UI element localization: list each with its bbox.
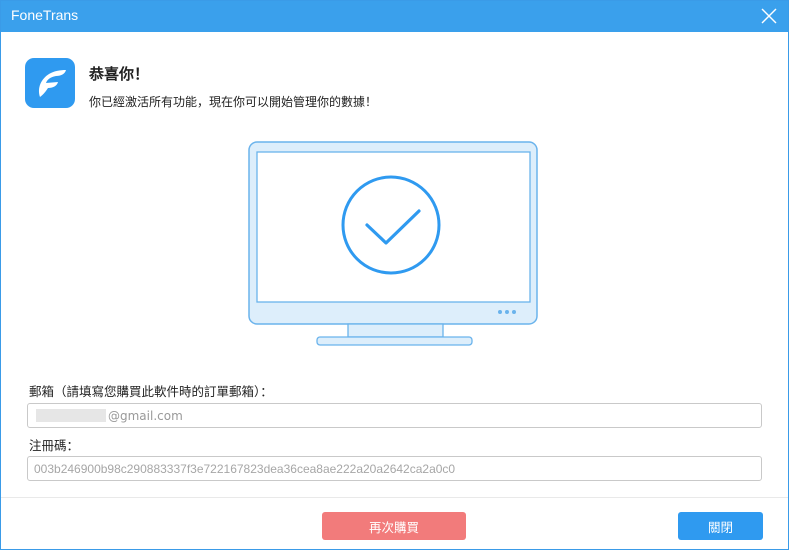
buy-again-button[interactable]: 再次購買	[322, 512, 466, 540]
footer-divider	[1, 497, 788, 498]
email-value: @gmail.com	[108, 409, 183, 423]
close-button[interactable]: 關閉	[678, 512, 763, 540]
window-title: FoneTrans	[11, 7, 79, 23]
email-field[interactable]: @gmail.com	[27, 403, 762, 428]
email-label: 郵箱（請填寫您購買此軟件時的訂單郵箱）：	[29, 384, 273, 399]
congrats-heading: 恭喜你！	[89, 65, 150, 83]
title-bar: FoneTrans	[1, 1, 788, 32]
close-icon	[761, 8, 777, 24]
registration-code-label: 注冊碼：	[29, 438, 80, 453]
redacted-mask	[36, 409, 106, 422]
monitor-check-icon	[247, 141, 543, 353]
close-window-button[interactable]	[758, 5, 780, 27]
registration-success-window: FoneTrans 恭喜你！ 你已經激活所有功能，現在你可以開始管理你的數據！	[0, 0, 789, 550]
fonetrans-logo-icon	[25, 58, 75, 108]
registration-code-field[interactable]: 003b246900b98c290883337f3e722167823dea36…	[27, 456, 762, 481]
activation-message: 你已經激活所有功能，現在你可以開始管理你的數據！	[89, 95, 378, 109]
